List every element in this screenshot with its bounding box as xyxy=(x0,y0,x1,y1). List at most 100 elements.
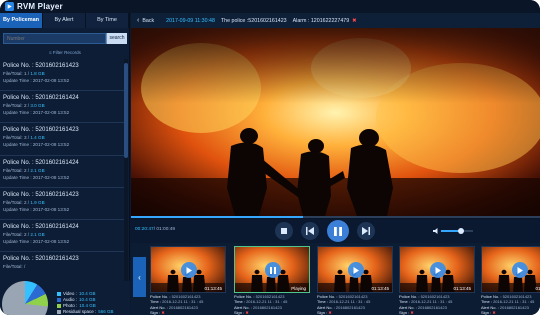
police-number-label: Police No. : xyxy=(3,63,36,69)
thumbnail-alert-no: 2016802161423 xyxy=(417,304,447,310)
search-bar: search xyxy=(3,33,127,44)
next-button[interactable] xyxy=(357,222,375,240)
update-time-label: Update Time : xyxy=(3,174,33,180)
thumbnail-time-value: 2016-12-21 11 : 31 : 45 xyxy=(162,299,204,305)
search-button[interactable]: search xyxy=(106,33,127,44)
file-size: 1.8 GB xyxy=(30,71,45,76)
volume-control[interactable] xyxy=(433,228,473,234)
legend-video-dot xyxy=(57,291,61,296)
update-time-label: Update Time : xyxy=(3,238,33,244)
update-time: Update Time : 2017-02-08 13:52 xyxy=(3,109,124,116)
thumbnail-sign-label: Sign : xyxy=(481,310,493,315)
update-time: Update Time : 2017-02-08 13:52 xyxy=(3,206,124,213)
thumbnail-play-button[interactable] xyxy=(348,262,364,278)
delete-icon[interactable]: ✖ xyxy=(245,310,248,315)
thumbnail-alert-label: Alert No. : xyxy=(399,304,418,310)
police-number-value: 5201602161423 xyxy=(35,127,79,134)
legend-residual-size: 566 GB xyxy=(98,309,114,314)
list-item[interactable]: Police No. : 5201602161424 File/Total: 2 … xyxy=(0,156,124,188)
thumbnail-police-label: Police No. : xyxy=(150,294,172,299)
thumbnail-police-label: Police No. : xyxy=(234,294,256,299)
police-number: Police No. : 5201602161424 xyxy=(3,223,124,231)
list-item[interactable]: Police No. : 5201602161423 File/Total: 2 … xyxy=(0,188,124,220)
pause-button[interactable] xyxy=(327,220,349,242)
delete-icon[interactable]: ✖ xyxy=(410,310,413,315)
list-item[interactable]: Police No. : 5201602161423 File/Total: 1 … xyxy=(0,59,124,92)
video-frame-fire-scene xyxy=(131,28,540,216)
police-number-label: Police No. : xyxy=(3,159,36,166)
tab-by-policeman[interactable]: By Policeman xyxy=(0,13,43,28)
update-time: Update Time : 2017-02-08 13:52 xyxy=(3,238,124,245)
sidebar-tabs: By Policeman By Alert By Time xyxy=(0,13,129,28)
sidebar: By Policeman By Alert By Time search ≡ F… xyxy=(0,13,130,315)
thumbnail-image xyxy=(482,247,540,292)
list-item[interactable]: Police No. : 5201602161423 File/Total: / xyxy=(0,252,124,281)
delete-icon[interactable]: ✖ xyxy=(161,310,164,315)
thumbnail-card[interactable]: 01:13:45 Police No. : 5201602161423 Time :… xyxy=(150,246,226,315)
scrollbar-thumb[interactable] xyxy=(124,63,128,158)
filter-records-link[interactable]: ≡ Filter Records xyxy=(0,48,130,57)
app-logo-icon xyxy=(5,2,14,11)
thumbnail-alert-no: 2016802161423 xyxy=(499,304,529,310)
video-police: The police :5201602161423 xyxy=(220,17,287,24)
update-time-value: 2017-02-08 13:52 xyxy=(32,110,70,116)
thumbnail-card[interactable]: 01:13:45 Police No. : 5201602161423 Time :… xyxy=(317,246,393,315)
legend-residual-dot xyxy=(57,309,61,314)
delete-icon[interactable]: ✖ xyxy=(352,18,356,24)
thumbnail-card[interactable]: 01:13:45 Police No. : 5201602161423 Time :… xyxy=(399,246,475,315)
file-size: 2.1 GB xyxy=(30,167,45,173)
legend-photo-label: Photo : xyxy=(63,303,78,308)
file-size: 1.9 GB xyxy=(30,199,45,205)
player-panel: ‹ Back 2017-09-09 11:30:48 The police :52… xyxy=(131,13,540,315)
update-time-label: Update Time : xyxy=(3,110,33,116)
thumbnail-frame[interactable]: 01:13:45 xyxy=(481,246,540,293)
back-button[interactable]: ‹ Back xyxy=(137,17,154,24)
previous-button[interactable] xyxy=(301,222,319,240)
strip-prev-button[interactable]: ‹ xyxy=(133,257,146,297)
thumbnail-sign-label: Sign : xyxy=(150,310,162,315)
search-input[interactable] xyxy=(3,33,106,44)
thumbnail-frame[interactable]: 01:13:45 xyxy=(150,246,226,293)
police-number-value: 5201602161423 xyxy=(35,191,79,198)
update-time-label: Update Time : xyxy=(3,142,33,148)
list-item[interactable]: Police No. : 5201602161424 File/Total: 2 … xyxy=(0,220,124,253)
file-size: 1.4 GB xyxy=(30,135,45,141)
thumbnail-alert-no: 2016802161423 xyxy=(335,304,365,310)
thumbnail-frame[interactable]: 01:13:45 xyxy=(399,246,475,293)
thumbnail-play-button[interactable] xyxy=(512,262,528,278)
stop-button[interactable] xyxy=(275,222,293,240)
playing-label: Playing xyxy=(291,286,306,291)
thumbnail-play-button[interactable] xyxy=(181,262,197,278)
total-time: / 01:00:49 xyxy=(153,227,176,232)
file-total: File/Total: 2 / 2.1 GB xyxy=(3,231,45,237)
play-icon xyxy=(353,266,359,274)
thumbnail-time-label: Time : xyxy=(150,299,163,305)
thumbnail-card[interactable]: Playing Police No. : 5201602161423 Time : … xyxy=(234,246,310,315)
thumbnail-frame[interactable]: 01:13:45 xyxy=(317,246,393,293)
list-scrollbar[interactable] xyxy=(124,59,128,281)
play-icon xyxy=(435,266,441,274)
update-time: Update Time : 2017-02-08 13:52 xyxy=(3,174,124,181)
thumbnail-pause-button[interactable] xyxy=(265,262,281,278)
volume-knob[interactable] xyxy=(457,228,464,234)
list-item[interactable]: Police No. : 5201602161423 File/Total: 3 … xyxy=(0,123,124,156)
thumbnail-frame[interactable]: Playing xyxy=(234,246,310,293)
list-item[interactable]: Police No. : 5201602161424 File/Total: 2 … xyxy=(0,91,124,124)
delete-icon[interactable]: ✖ xyxy=(328,310,331,315)
storage-pie-chart xyxy=(2,281,48,315)
thumbnail-play-button[interactable] xyxy=(430,262,446,278)
police-number-label: Police No. : xyxy=(3,223,36,230)
tab-by-alert[interactable]: By Alert xyxy=(43,13,86,28)
legend-photo-dot xyxy=(57,303,61,308)
app-window: RVM Player By Policeman By Alert By Time… xyxy=(0,0,540,315)
tab-by-time[interactable]: By Time xyxy=(86,13,129,28)
update-time-value: 2017-02-08 13:52 xyxy=(32,78,70,83)
legend-photo: Photo : 10.4 GB xyxy=(57,303,96,308)
thumbnail-time-value: 2016-12-21 11 : 31 : 45 xyxy=(329,299,371,305)
police-number-value: 5201602161424 xyxy=(35,223,79,230)
stop-icon xyxy=(281,228,287,234)
video-player[interactable] xyxy=(131,28,540,216)
thumbnail-meta: Police No. : 5201602161423 Time : 2016-12… xyxy=(317,294,393,315)
thumbnail-card[interactable]: 01:13:45 Police No. : 5201602161423 Time :… xyxy=(481,246,540,315)
delete-icon[interactable]: ✖ xyxy=(492,310,495,315)
